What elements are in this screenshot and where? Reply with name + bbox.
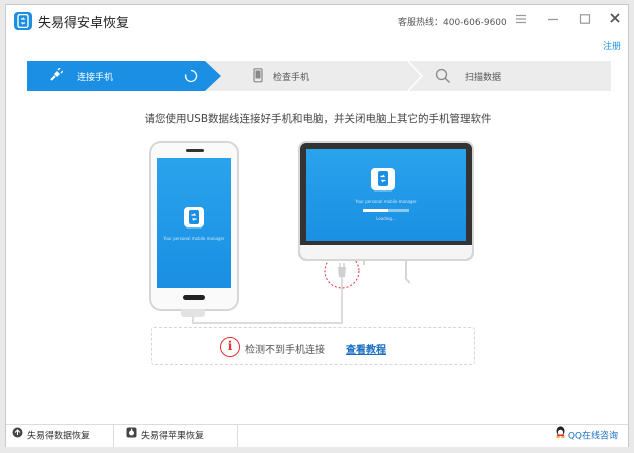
monitor-progress-bar [363,209,409,212]
monitor-screen: Your personal mobile manager Loading... [306,149,466,241]
monitor-illustration: Your personal mobile manager Loading... [298,141,474,261]
footer-bar: 失易得数据恢复 失易得苹果恢复 QQ在线咨询 [6,424,628,447]
monitor-progress-fill [363,209,389,212]
app-window: 失易得安卓恢复 客服热线：400-606-9600 注册 连接手机 检查手机 扫… [5,4,629,447]
monitor-app-icon [370,167,396,193]
phone-illustration: Your personal mobile manager [149,141,239,311]
phone-home-button [183,295,205,300]
phone-usb-connector [181,309,205,317]
qq-consult-link[interactable]: QQ在线咨询 [555,425,618,447]
footer-apple-recovery-label: 失易得苹果恢复 [141,431,205,442]
monitor-stand [363,261,410,284]
data-recovery-icon [12,425,23,447]
status-message: 检测不到手机连接 [245,345,325,356]
phone-speaker [186,149,204,152]
monitor-loading-text: Loading... [376,216,396,221]
qq-penguin-icon [555,425,566,447]
warning-icon: i [220,337,240,357]
monitor-caption: Your personal mobile manager [355,199,417,204]
apple-recovery-icon [126,425,137,447]
footer-apple-recovery[interactable]: 失易得苹果恢复 [120,425,238,447]
qq-consult-label: QQ在线咨询 [567,431,618,442]
phone-screen: Your personal mobile manager [157,158,231,288]
phone-caption: Your personal mobile manager [163,236,225,241]
footer-data-recovery-label: 失易得数据恢复 [27,431,91,442]
footer-data-recovery[interactable]: 失易得数据恢复 [6,425,114,447]
monitor-chin [300,245,472,259]
view-tutorial-link[interactable]: 查看教程 [346,341,386,356]
connection-status-box: i 检测不到手机连接 查看教程 [151,327,475,365]
phone-app-icon [183,206,205,230]
